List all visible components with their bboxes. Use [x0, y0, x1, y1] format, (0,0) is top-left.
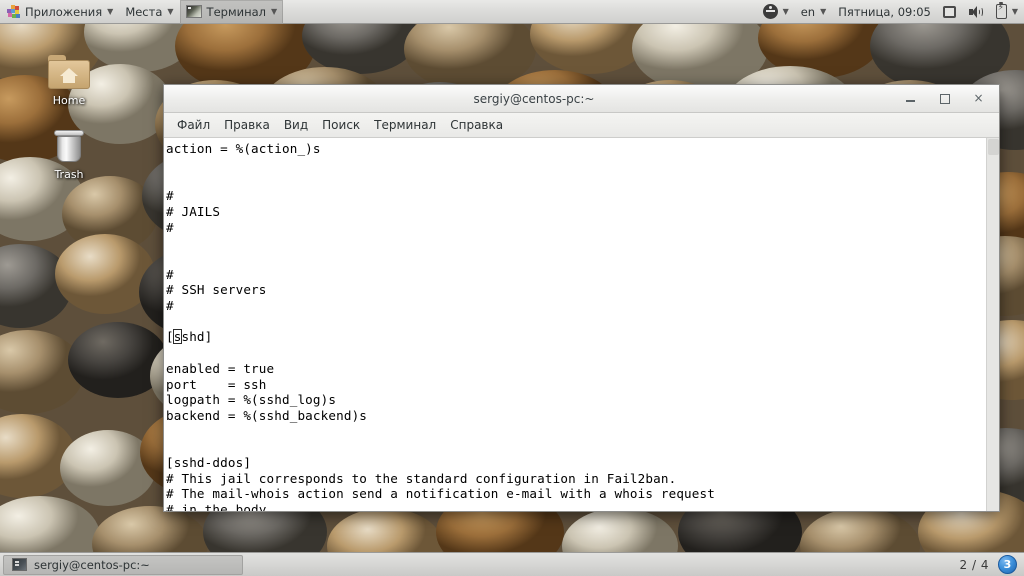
battery-indicator[interactable]: ▼ — [990, 0, 1024, 24]
top-panel: Приложения ▼ Места ▼ Терминал ▼ ▼ en ▼ П… — [0, 0, 1024, 24]
keyboard-layout-label: en — [800, 4, 816, 19]
home-folder-icon — [32, 50, 106, 94]
menu-terminal[interactable]: Терминал — [367, 115, 443, 135]
accessibility-icon — [762, 4, 778, 19]
monitor-icon — [942, 5, 956, 18]
window-menu-bar: Файл Правка Вид Поиск Терминал Справка — [164, 113, 999, 138]
clock-label: Пятница, 09:05 — [838, 4, 931, 19]
speaker-icon — [968, 5, 984, 19]
display-indicator[interactable] — [937, 0, 962, 24]
battery-icon — [995, 2, 1007, 19]
maximize-button[interactable] — [938, 92, 951, 105]
notification-badge[interactable]: 3 — [998, 555, 1017, 574]
chevron-down-icon: ▼ — [271, 6, 278, 16]
terminal-window[interactable]: sergiy@centos-pc:~ × Файл Правка Вид Пои… — [163, 84, 1000, 512]
clock[interactable]: Пятница, 09:05 — [832, 0, 937, 24]
menu-applications-label: Приложения — [25, 4, 103, 19]
bottom-panel: sergiy@centos-pc:~ 2 / 4 3 — [0, 552, 1024, 576]
desktop-icon-home[interactable]: Home — [32, 50, 106, 107]
menu-view[interactable]: Вид — [277, 115, 315, 135]
close-button[interactable]: × — [972, 92, 985, 105]
terminal-scrollbar-thumb[interactable] — [988, 139, 999, 155]
menu-applications[interactable]: Приложения ▼ — [0, 0, 119, 24]
terminal-text-after-cursor: shd] enabled = true port = ssh logpath =… — [166, 329, 715, 511]
terminal-text-before-cursor: action = %(action_)s # # JAILS # # # SSH… — [166, 141, 321, 345]
desktop-icon-label: Home — [52, 94, 86, 107]
terminal-window-icon — [12, 558, 27, 571]
menu-file[interactable]: Файл — [170, 115, 217, 135]
window-controls: × — [904, 92, 999, 105]
menu-edit[interactable]: Правка — [217, 115, 277, 135]
trash-can-icon — [32, 124, 106, 168]
menu-places-label: Места — [125, 4, 163, 19]
menu-search[interactable]: Поиск — [315, 115, 367, 135]
desktop-icon-trash[interactable]: Trash — [32, 124, 106, 181]
volume-indicator[interactable] — [962, 0, 990, 24]
window-title: sergiy@centos-pc:~ — [473, 91, 595, 106]
workspace-indicator[interactable]: 2 / 4 — [951, 558, 998, 572]
taskbar-item-terminal[interactable]: sergiy@centos-pc:~ — [3, 554, 243, 575]
taskbar-item-label: sergiy@centos-pc:~ — [34, 557, 150, 572]
terminal-text-content[interactable]: action = %(action_)s # # JAILS # # # SSH… — [164, 138, 986, 511]
terminal-thumbnail-icon — [185, 5, 202, 18]
keyboard-layout-indicator[interactable]: en ▼ — [795, 0, 833, 24]
terminal-scrollbar[interactable] — [986, 138, 999, 511]
terminal-body[interactable]: action = %(action_)s # # JAILS # # # SSH… — [164, 138, 999, 511]
minimize-button[interactable] — [904, 92, 917, 105]
window-title-bar[interactable]: sergiy@centos-pc:~ × — [164, 85, 999, 113]
chevron-down-icon: ▼ — [167, 6, 174, 16]
accessibility-indicator[interactable]: ▼ — [757, 0, 795, 24]
chevron-down-icon: ▼ — [820, 6, 827, 16]
chevron-down-icon: ▼ — [1011, 6, 1018, 16]
menu-places[interactable]: Места ▼ — [119, 0, 179, 24]
menu-help[interactable]: Справка — [443, 115, 510, 135]
menu-terminal-window[interactable]: Терминал ▼ — [179, 0, 284, 24]
applications-icon — [6, 4, 20, 19]
chevron-down-icon: ▼ — [782, 6, 789, 16]
menu-terminal-label: Терминал — [206, 4, 267, 19]
chevron-down-icon: ▼ — [107, 6, 114, 16]
desktop-icon-label: Trash — [54, 168, 84, 181]
